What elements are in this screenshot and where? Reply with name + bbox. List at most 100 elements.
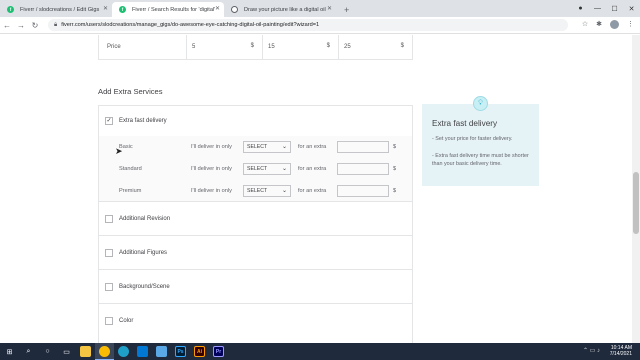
level-label: Standard: [119, 166, 142, 172]
option-label: Additional Revision: [119, 215, 171, 222]
tab-title: Fiverr / Search Results for 'digital': [132, 6, 216, 13]
reload-icon[interactable]: ↻: [28, 21, 42, 30]
checkbox-background-scene[interactable]: [105, 282, 113, 291]
task-view-icon[interactable]: ○: [38, 343, 57, 360]
extra-price-input-premium[interactable]: [337, 185, 389, 197]
globe-icon: [231, 6, 238, 13]
option-label: Additional Figures: [119, 249, 168, 256]
option-extra-fast-delivery: ✓ Extra fast delivery: [99, 106, 412, 136]
page-scrollbar[interactable]: [632, 35, 640, 343]
search-icon[interactable]: ⌕: [19, 343, 38, 360]
checkbox-color[interactable]: [105, 317, 113, 325]
tab-title: Fiverr / slodcreations / Edit Gigs: [20, 6, 100, 13]
window-controls: ● — ☐ ✕: [572, 0, 640, 17]
file-explorer-icon[interactable]: [76, 343, 95, 360]
extra-price-input-basic[interactable]: [337, 141, 389, 153]
option-label: Background/Scene: [119, 283, 170, 290]
currency-symbol: $: [393, 188, 397, 194]
close-icon[interactable]: ✕: [327, 5, 332, 12]
section-title: Add Extra Services: [98, 87, 163, 96]
minimize-icon[interactable]: —: [589, 5, 606, 12]
star-icon[interactable]: ☆: [582, 20, 588, 29]
tip-line-1: - Set your price for faster delivery.: [432, 136, 513, 142]
edge-icon[interactable]: [114, 343, 133, 360]
system-tray-icons[interactable]: ⌃ ▭ ♪: [583, 347, 600, 354]
option-label: Color: [119, 318, 134, 324]
fiverr-icon: f: [119, 6, 126, 13]
toolbar-icons: ☆ ✱ ⋮: [582, 20, 634, 29]
address-bar: ← → ↻ 🔒︎ fiverr.com/users/slodcreations/…: [0, 17, 640, 34]
checkbox-additional-revision[interactable]: [105, 214, 113, 223]
menu-icon[interactable]: ⋮: [627, 20, 634, 29]
fast-delivery-premium-row: Premium I'll deliver in only SELECT ⌄ fo…: [99, 180, 412, 202]
tab-search-results[interactable]: f Fiverr / Search Results for 'digital' …: [112, 2, 224, 17]
delivery-select-premium[interactable]: SELECT ⌄: [243, 185, 291, 197]
tab-title: Draw your picture like a digital oil: [244, 6, 326, 13]
url-text: fiverr.com/users/slodcreations/manage_gi…: [61, 22, 320, 28]
option-color: Color: [99, 304, 412, 338]
clock-date: 7/14/2021: [609, 351, 632, 357]
photos-icon[interactable]: [152, 343, 171, 360]
chevron-down-icon: ⌄: [281, 166, 287, 172]
fast-delivery-standard-row: Standard I'll deliver in only SELECT ⌄ f…: [99, 158, 412, 180]
for-extra-text: for an extra: [298, 166, 327, 172]
extensions-icon[interactable]: ✱: [596, 20, 602, 29]
currency-symbol: $: [393, 166, 397, 172]
delivery-select-basic[interactable]: SELECT ⌄: [243, 141, 291, 153]
price-label: Price: [107, 44, 121, 50]
close-icon[interactable]: ✕: [215, 5, 220, 12]
tip-line-2: - Extra fast delivery time must be short…: [432, 153, 529, 167]
delivery-select-standard[interactable]: SELECT ⌄: [243, 163, 291, 175]
close-icon[interactable]: ✕: [103, 5, 108, 12]
profile-dot-icon[interactable]: ●: [572, 5, 589, 12]
lock-icon: 🔒︎: [54, 21, 58, 28]
avatar[interactable]: [610, 20, 619, 29]
chrome-icon[interactable]: [95, 343, 114, 360]
mouse-cursor-icon: ➤: [115, 146, 123, 156]
price-row: Price 5 $ 15 $ 25 $: [98, 35, 413, 60]
new-tab-button[interactable]: +: [336, 5, 357, 17]
option-label: Extra fast delivery: [119, 118, 167, 124]
photoshop-icon[interactable]: Ps: [171, 343, 190, 360]
taskbar: ⊞ ⌕ ○ ▭ Ps Ai Pr ⌃ ▭ ♪ 10:14 AM 7/14/202…: [0, 343, 640, 360]
forward-icon[interactable]: →: [14, 21, 28, 30]
lightbulb-icon: 💡︎: [473, 96, 488, 111]
for-extra-text: for an extra: [298, 144, 327, 150]
deliver-text: I'll deliver in only: [191, 144, 232, 150]
back-icon[interactable]: ←: [0, 21, 14, 30]
chevron-down-icon: ⌄: [281, 144, 287, 150]
illustrator-icon[interactable]: Ai: [190, 343, 209, 360]
extras-panel: ✓ Extra fast delivery Basic I'll deliver…: [98, 105, 413, 343]
price-standard[interactable]: 15 $: [262, 35, 338, 59]
store-icon[interactable]: [133, 343, 152, 360]
price-basic[interactable]: 5 $: [186, 35, 262, 59]
option-background-scene: Background/Scene: [99, 270, 412, 304]
checkbox-additional-figures[interactable]: [105, 248, 113, 257]
currency-symbol: $: [393, 144, 397, 150]
windows-start-icon[interactable]: ⊞: [0, 343, 19, 360]
taskview-icon[interactable]: ▭: [57, 343, 76, 360]
for-extra-text: for an extra: [298, 188, 327, 194]
checkbox-extra-fast-delivery[interactable]: ✓: [105, 117, 113, 125]
close-window-icon[interactable]: ✕: [623, 5, 640, 13]
page-content: Price 5 $ 15 $ 25 $ Add Extra Services ✓…: [0, 35, 640, 343]
chevron-down-icon: ⌄: [281, 188, 287, 194]
option-additional-revision: Additional Revision: [99, 202, 412, 236]
tip-title: Extra fast delivery: [432, 119, 498, 128]
tab-draw-picture[interactable]: Draw your picture like a digital oil ✕: [224, 2, 336, 17]
browser-tab-bar: f Fiverr / slodcreations / Edit Gigs ✕ f…: [0, 0, 640, 17]
extra-price-input-standard[interactable]: [337, 163, 389, 175]
level-label: Premium: [119, 188, 142, 194]
fast-delivery-basic-row: Basic I'll deliver in only SELECT ⌄ for …: [99, 136, 412, 158]
price-premium[interactable]: 25 $: [338, 35, 412, 59]
maximize-icon[interactable]: ☐: [606, 5, 623, 13]
taskbar-clock[interactable]: 10:14 AM 7/14/2021: [610, 345, 632, 357]
tip-panel: 💡︎ Extra fast delivery - Set your price …: [422, 96, 539, 186]
premiere-icon[interactable]: Pr: [209, 343, 228, 360]
option-additional-figures: Additional Figures: [99, 236, 412, 270]
scrollbar-thumb[interactable]: [633, 172, 639, 234]
url-field[interactable]: 🔒︎ fiverr.com/users/slodcreations/manage…: [48, 19, 568, 31]
fiverr-icon: f: [7, 6, 14, 13]
deliver-text: I'll deliver in only: [191, 188, 232, 194]
tab-edit-gigs[interactable]: f Fiverr / slodcreations / Edit Gigs ✕: [0, 2, 112, 17]
